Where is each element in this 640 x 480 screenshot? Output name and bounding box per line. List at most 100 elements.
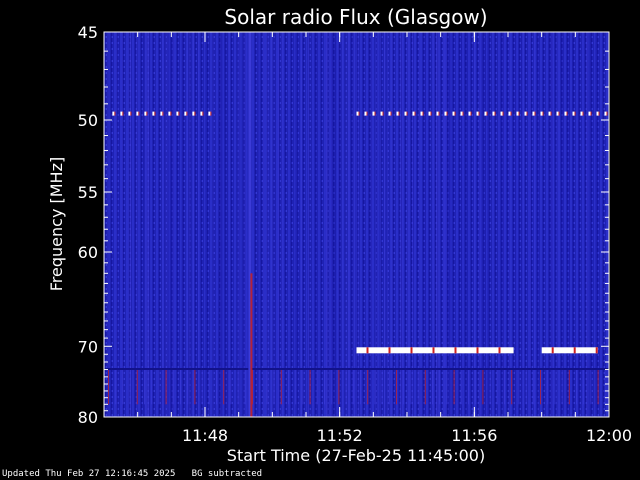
noise-streak (266, 32, 268, 417)
plot-area (103, 31, 610, 418)
interference-streak (396, 369, 397, 405)
noise-streak (523, 32, 525, 417)
noise-streak (331, 32, 333, 417)
noise-streak (348, 32, 350, 417)
noise-streak (172, 32, 174, 417)
interference-streak (568, 369, 570, 405)
interference-dot-edge (358, 111, 360, 116)
noise-streak (239, 32, 241, 417)
interference-dot-edge (534, 111, 536, 116)
interference-dot-edge (202, 111, 204, 116)
interference-dot (588, 111, 591, 116)
interference-dot (152, 111, 155, 116)
interference-streak (208, 369, 210, 405)
interference-dot (388, 111, 391, 116)
noise-streak (401, 32, 403, 417)
interference-streak (331, 369, 333, 405)
interference-gap-mark (498, 347, 501, 354)
interference-dot (176, 111, 179, 116)
interference-dot-edge (130, 111, 132, 116)
y-tick-label: 55 (78, 183, 98, 202)
interference-dot (452, 111, 455, 116)
noise-streak (189, 32, 191, 417)
noise-streak (196, 32, 198, 417)
noise-streak (263, 32, 264, 417)
interference-dot (604, 111, 607, 116)
noise-streak (278, 32, 280, 417)
noise-streak (586, 32, 588, 417)
interference-dot-edge (430, 111, 432, 116)
interference-streak (561, 369, 563, 405)
interference-dot-edge (486, 111, 488, 116)
noise-streak (521, 32, 523, 417)
interference-dot-edge (154, 111, 156, 116)
interference-streak (360, 369, 361, 405)
interference-dot-edge (186, 111, 188, 116)
noise-streak (380, 32, 382, 417)
noise-streak (164, 32, 166, 417)
noise-streak (121, 32, 123, 417)
interference-dot-edge (494, 111, 496, 116)
noise-streak (347, 32, 349, 417)
noise-streak (529, 32, 531, 417)
interference-streak (194, 369, 196, 405)
noise-streak (245, 32, 247, 417)
interference-dot-edge (194, 111, 196, 116)
interference-gap-mark (573, 347, 576, 354)
interference-streak (511, 369, 513, 405)
interference-streak (201, 369, 203, 405)
noise-streak (353, 32, 355, 417)
noise-streak (181, 32, 183, 417)
interference-dot-edge (566, 111, 568, 116)
noise-streak (443, 32, 445, 417)
noise-streak (376, 32, 378, 417)
interference-dot (508, 111, 511, 116)
noise-streak (237, 32, 239, 417)
y-axis-label: Frequency [MHz] (47, 157, 66, 291)
noise-streak (307, 32, 308, 417)
noise-streak (345, 32, 347, 417)
noise-streak (129, 32, 131, 417)
noise-streak (212, 32, 214, 417)
noise-streak (136, 32, 138, 417)
interference-gap-mark (388, 347, 391, 354)
noise-streak (334, 32, 336, 417)
noise-streak (108, 32, 110, 417)
interference-dot-edge (462, 111, 464, 116)
interference-dot-edge (422, 111, 424, 116)
interference-gap-mark (454, 347, 457, 354)
interference-dot (524, 111, 527, 116)
interference-dot (548, 111, 551, 116)
noise-streak (116, 32, 118, 417)
interference-dot (500, 111, 503, 116)
x-tick-label: 11:52 (317, 426, 363, 445)
interference-streak (338, 369, 340, 405)
interference-gap-mark (432, 347, 435, 354)
interference-streak (424, 369, 426, 405)
noise-streak (588, 32, 590, 417)
noise-streak (128, 32, 130, 417)
interference-streak (345, 369, 347, 405)
noise-streak (224, 32, 226, 417)
noise-streak (533, 32, 535, 417)
updated-timestamp: Updated Thu Feb 27 12:16:45 2025 (2, 469, 176, 479)
noise-streak (315, 32, 317, 417)
interference-dot (428, 111, 431, 116)
noise-streak (279, 32, 281, 417)
interference-dot (136, 111, 139, 116)
noise-streak (419, 32, 421, 417)
interference-streak (525, 369, 527, 405)
interference-streak (244, 369, 246, 405)
interference-dot (144, 111, 147, 116)
interference-dot (532, 111, 535, 116)
interference-streak (115, 369, 117, 405)
interference-dot (128, 111, 131, 116)
noise-streak (479, 32, 481, 417)
burst-core (250, 273, 253, 417)
noise-streak (406, 32, 408, 417)
noise-streak (270, 32, 272, 417)
interference-streak (273, 369, 275, 405)
interference-streak (583, 369, 585, 405)
interference-streak (172, 369, 174, 405)
interference-streak (108, 369, 109, 405)
